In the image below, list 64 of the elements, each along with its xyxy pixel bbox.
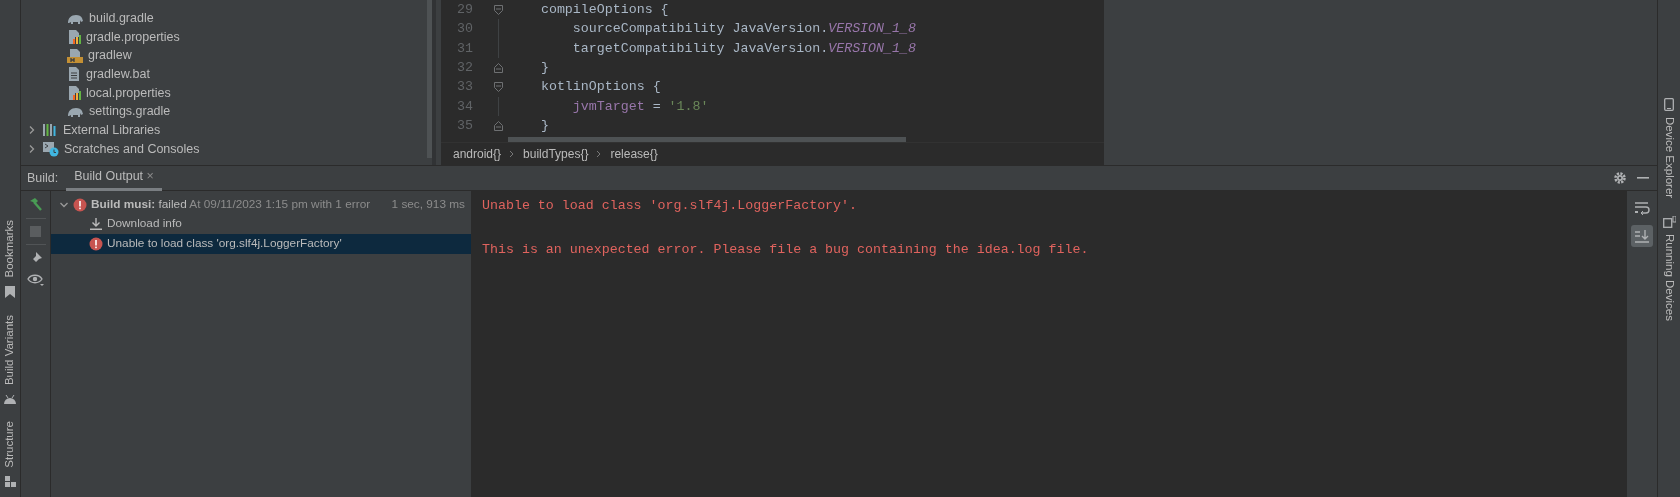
tree-item[interactable]: local.properties	[86, 83, 171, 103]
fold-icon	[493, 121, 503, 132]
code-line: kotlinOptions {	[539, 78, 661, 97]
eye-icon[interactable]	[27, 272, 44, 287]
tool-window-tab[interactable]: Build Variants	[1, 315, 19, 386]
fold-icon	[493, 4, 503, 15]
scroll-to-end-button[interactable]	[1631, 225, 1653, 247]
scrollbar[interactable]	[427, 0, 432, 158]
fold-icon	[493, 62, 503, 73]
tree-item[interactable]: Download info	[107, 215, 182, 234]
tool-window-tab[interactable]: Structure	[1, 421, 19, 469]
line-number: 34	[456, 97, 473, 116]
libraries-icon	[42, 123, 58, 138]
tool-window-tab[interactable]: Running Devices	[1660, 234, 1678, 322]
console-icon	[42, 141, 59, 158]
code-line: }	[539, 58, 549, 77]
bookmark-icon	[5, 285, 15, 298]
tool-window-tab[interactable]: Bookmarks	[1, 220, 19, 278]
tree-item[interactable]: External Libraries	[63, 121, 161, 140]
fold-icon	[493, 82, 503, 93]
properties-file-icon	[67, 29, 81, 46]
phone-icon	[1664, 98, 1674, 111]
android-icon	[4, 393, 16, 404]
error-icon	[73, 197, 87, 212]
duration: 1 sec, 913 ms	[391, 195, 465, 213]
text-file-icon	[67, 66, 81, 83]
line-number: 31	[456, 39, 473, 58]
breadcrumb[interactable]: buildTypes{}	[523, 145, 589, 163]
breadcrumb[interactable]: release{}	[610, 145, 658, 163]
code-line: sourceCompatibility JavaVersion.VERSION_1_8	[571, 20, 916, 39]
panel-tab[interactable]: Build Output ×	[66, 165, 162, 191]
chevron-icon	[509, 150, 516, 158]
script-file-icon	[67, 47, 83, 64]
structure-icon	[4, 476, 16, 488]
tool-window-tab[interactable]: Device Explorer	[1660, 117, 1678, 199]
code-line: compileOptions {	[539, 0, 669, 19]
tree-item[interactable]: gradle.properties	[86, 27, 180, 47]
output-line: Unable to load class 'org.slf4j.LoggerFactory'.	[482, 197, 859, 215]
elephant-icon	[67, 105, 84, 119]
output-line: This is an unexpected error. Please file a bug containing the idea.log file.	[482, 241, 1090, 259]
chevron-icon	[596, 150, 603, 158]
tree-item[interactable]: gradlew	[88, 46, 132, 66]
properties-file-icon	[67, 85, 81, 102]
build-status[interactable]: Build musi: failed At 09/11/2023 1:15 pm with 1 error	[91, 195, 371, 214]
breadcrumb[interactable]: android{}	[453, 145, 502, 163]
settings-icon[interactable]	[1613, 171, 1627, 185]
hammer-icon[interactable]	[28, 197, 43, 212]
line-number: 30	[456, 20, 473, 39]
tree-item[interactable]: build.gradle	[89, 8, 154, 28]
code-line: targetCompatibility JavaVersion.VERSION_1_8	[571, 39, 916, 58]
devices-icon	[1662, 216, 1676, 229]
line-number: 35	[456, 117, 473, 136]
code-line: jvmTarget = '1.8'	[571, 97, 709, 116]
tree-item[interactable]: settings.gradle	[89, 102, 171, 122]
scrollbar[interactable]	[508, 137, 906, 142]
code-line: }	[539, 117, 549, 136]
line-number: 33	[456, 78, 473, 97]
line-number: 29	[456, 0, 473, 19]
tree-item[interactable]: Scratches and Consoles	[64, 139, 200, 159]
error-icon	[89, 236, 103, 251]
line-number: 32	[456, 58, 473, 77]
panel-title: Build:	[26, 169, 59, 187]
download-icon	[89, 217, 103, 232]
tree-item[interactable]: gradlew.bat	[86, 65, 150, 84]
